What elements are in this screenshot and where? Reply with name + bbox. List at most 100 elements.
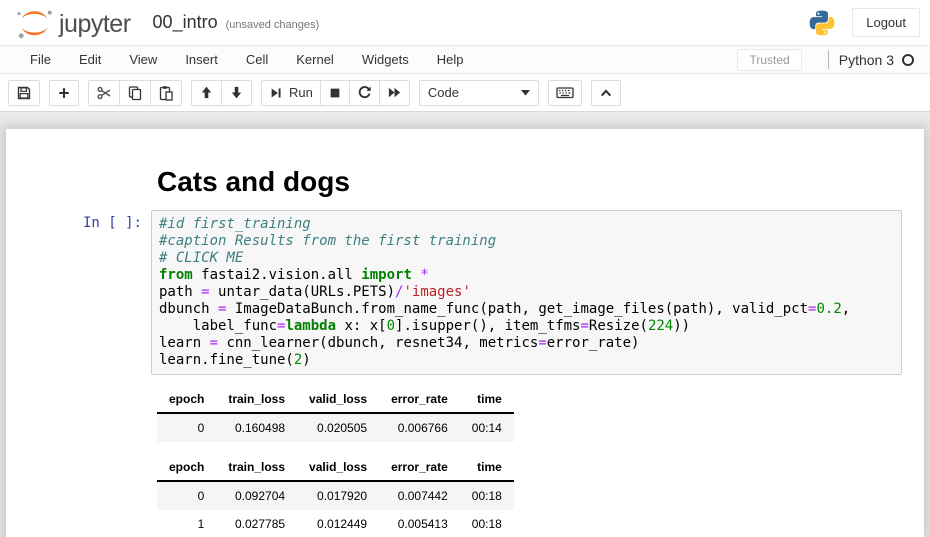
code-input-area[interactable]: #id first_training#caption Results from … [151,210,902,375]
output-table-wrap-1: epochtrain_lossvalid_losserror_ratetime0… [157,387,924,442]
table-cell: 0.017920 [297,481,379,510]
jupyter-logo[interactable]: jupyter [16,6,131,40]
interrupt-kernel-button[interactable] [320,80,350,106]
table-cell: 00:18 [460,510,514,537]
col-header-error_rate: error_rate [379,387,460,413]
col-header-time: time [460,455,514,481]
table-cell: 00:14 [460,413,514,442]
code-line: learn.fine_tune(2) [159,352,894,369]
notebook-title[interactable]: 00_intro [153,12,218,33]
site-background: Cats and dogs In [ ]: #id first_training… [0,111,930,537]
save-icon [16,85,32,101]
code-line: #caption Results from the first training [159,233,894,250]
table-cell: 0.020505 [297,413,379,442]
col-header-valid_loss: valid_loss [297,387,379,413]
stop-icon [328,86,342,100]
scissors-icon [96,85,112,101]
menu-view[interactable]: View [115,47,171,72]
table-row: 10.0277850.0124490.00541300:18 [157,510,514,537]
kernel-idle-icon [902,54,914,66]
copy-cell-button[interactable] [119,80,151,106]
run-button[interactable]: Run [261,80,321,106]
command-palette-button[interactable] [548,80,582,106]
save-button[interactable] [8,80,40,106]
table-cell: 1 [157,510,216,537]
plus-icon [57,86,71,100]
arrow-down-icon [229,85,244,100]
header-bar: jupyter 00_intro (unsaved changes) Logou… [0,0,930,45]
col-header-train_loss: train_loss [216,387,297,413]
arrow-up-icon [199,85,214,100]
menu-bar: FileEditViewInsertCellKernelWidgetsHelp … [0,45,930,74]
code-line: path = untar_data(URLs.PETS)/'images' [159,284,894,301]
kernel-name: Python 3 [839,52,894,68]
code-line: learn = cnn_learner(dbunch, resnet34, me… [159,335,894,352]
table-cell: 0.012449 [297,510,379,537]
kernel-divider [828,50,829,69]
caret-down-icon [521,90,530,96]
cut-cell-button[interactable] [88,80,120,106]
table-cell: 0.007442 [379,481,460,510]
table-cell: 00:18 [460,481,514,510]
table-cell: 0.092704 [216,481,297,510]
code-cell[interactable]: In [ ]: #id first_training#caption Resul… [6,205,924,380]
output-table: epochtrain_lossvalid_losserror_ratetime0… [157,387,514,442]
checkpoint-status: (unsaved changes) [226,15,320,31]
output-table: epochtrain_lossvalid_losserror_ratetime0… [157,455,514,537]
code-line: from fastai2.vision.all import * [159,267,894,284]
table-cell: 0.006766 [379,413,460,442]
code-line: label_func=lambda x: x[0].isupper(), ite… [159,318,894,335]
output-area: epochtrain_lossvalid_losserror_ratetime0… [157,380,924,537]
notebook-container: Cats and dogs In [ ]: #id first_training… [6,129,924,537]
cell-type-dropdown[interactable]: Code [419,80,539,106]
col-header-valid_loss: valid_loss [297,455,379,481]
keyboard-icon [556,85,574,100]
insert-cell-below-button[interactable] [49,80,79,106]
page-title: Cats and dogs [157,166,350,198]
fast-forward-icon [387,85,402,100]
menu-cell[interactable]: Cell [232,47,282,72]
col-header-time: time [460,387,514,413]
restart-icon [357,85,372,100]
python-logo-icon [808,9,836,37]
paste-icon [158,85,174,101]
restart-run-all-button[interactable] [379,80,410,106]
col-header-error_rate: error_rate [379,455,460,481]
code-line: #id first_training [159,216,894,233]
copy-icon [127,85,143,101]
move-cell-up-button[interactable] [191,80,222,106]
code-line: dbunch = ImageDataBunch.from_name_func(p… [159,301,894,318]
col-header-epoch: epoch [157,387,216,413]
table-cell: 0.027785 [216,510,297,537]
menu-items: FileEditViewInsertCellKernelWidgetsHelp [16,47,478,72]
collapse-toolbar-button[interactable] [591,80,621,106]
trusted-badge[interactable]: Trusted [737,49,801,71]
col-header-epoch: epoch [157,455,216,481]
step-forward-icon [269,86,283,100]
table-cell: 0.005413 [379,510,460,537]
col-header-train_loss: train_loss [216,455,297,481]
jupyter-logo-text: jupyter [59,12,131,40]
menu-kernel[interactable]: Kernel [282,47,348,72]
jupyter-logo-icon [16,6,53,40]
table-row: 00.1604980.0205050.00676600:14 [157,413,514,442]
run-button-label: Run [289,85,313,100]
menu-edit[interactable]: Edit [65,47,115,72]
restart-kernel-button[interactable] [349,80,380,106]
table-row: 00.0927040.0179200.00744200:18 [157,481,514,510]
markdown-cell[interactable]: Cats and dogs [6,153,924,205]
menu-file[interactable]: File [16,47,65,72]
table-cell: 0 [157,481,216,510]
menu-widgets[interactable]: Widgets [348,47,423,72]
paste-cell-button[interactable] [150,80,182,106]
cell-type-value: Code [428,85,459,100]
code-editor[interactable]: #id first_training#caption Results from … [159,216,894,369]
logout-button[interactable]: Logout [852,8,920,37]
chevron-up-icon [599,87,613,99]
table-cell: 0 [157,413,216,442]
output-table-wrap-2: epochtrain_lossvalid_losserror_ratetime0… [157,455,924,537]
move-cell-down-button[interactable] [221,80,252,106]
menu-insert[interactable]: Insert [171,47,232,72]
toolbar: Run Code [0,74,930,111]
menu-help[interactable]: Help [423,47,478,72]
